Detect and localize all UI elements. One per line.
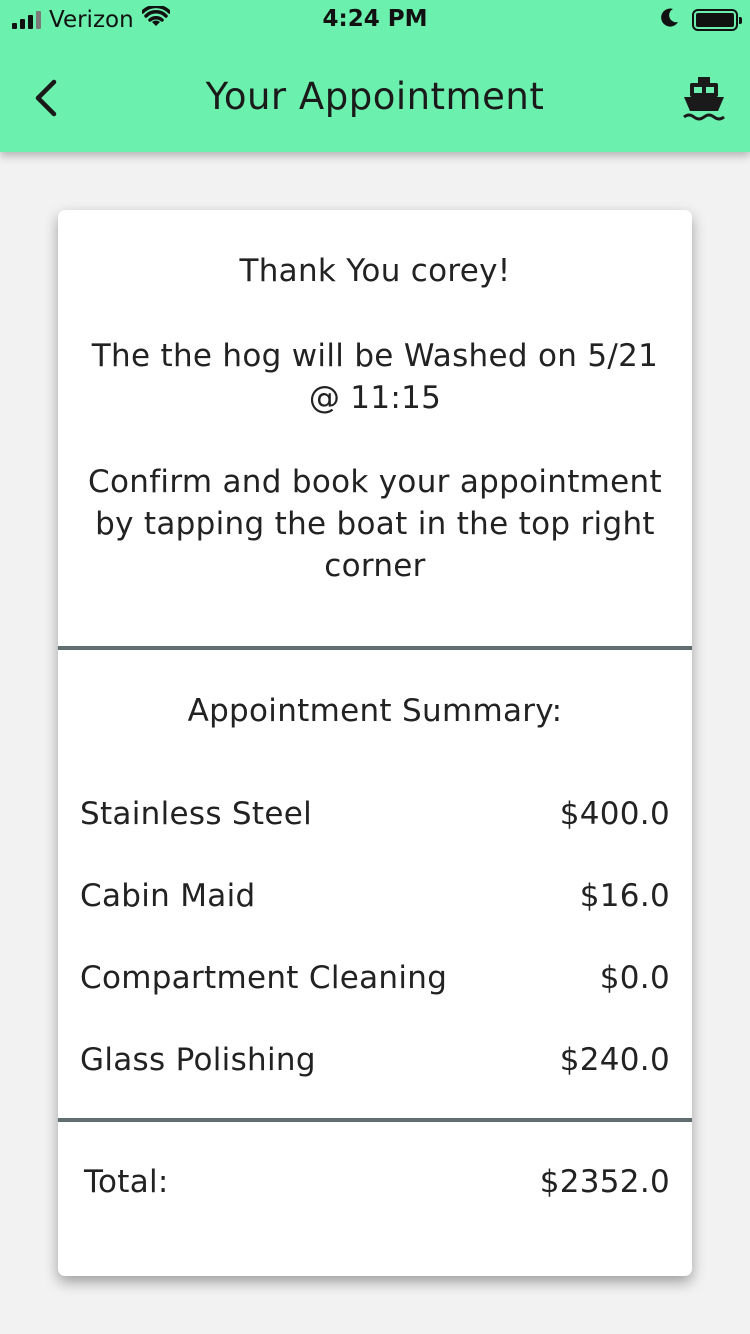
summary-row: Cabin Maid $16.0 (80, 875, 670, 917)
item-name: Stainless Steel (80, 796, 313, 832)
moon-icon (660, 7, 680, 33)
item-name: Glass Polishing (80, 1042, 316, 1078)
total-row: Total: $2352.0 (84, 1161, 670, 1203)
wash-date-line-1: The the hog will be Washed on 5/21 (91, 338, 659, 374)
confirm-line-1: Confirm and book your appointment (88, 464, 662, 500)
summary-title: Appointment Summary: (187, 693, 563, 729)
item-price: $0.0 (599, 960, 670, 996)
status-time: 4:24 PM (322, 6, 428, 32)
boat-icon (683, 77, 725, 121)
item-price: $16.0 (579, 878, 670, 914)
divider (58, 1118, 692, 1122)
summary-row: Stainless Steel $400.0 (80, 793, 670, 835)
item-name: Cabin Maid (80, 878, 256, 914)
status-right-group (660, 7, 742, 33)
confirm-line-3: corner (324, 548, 426, 584)
thank-you-text: Thank You corey! (239, 253, 511, 289)
summary-row: Compartment Cleaning $0.0 (80, 957, 670, 999)
item-name: Compartment Cleaning (80, 960, 448, 996)
status-bar: Verizon 4:24 PM (0, 0, 750, 40)
app-bar: Verizon 4:24 PM Your Appointment (0, 0, 750, 152)
item-price: $400.0 (559, 796, 670, 832)
page-title: Your Appointment (205, 75, 545, 118)
battery-icon (692, 9, 742, 31)
divider (58, 646, 692, 650)
total-label: Total: (84, 1164, 169, 1200)
book-boat-button[interactable] (680, 70, 728, 126)
item-price: $240.0 (559, 1042, 670, 1078)
appointment-card: Thank You corey! The the hog will be Was… (58, 210, 692, 1276)
total-value: $2352.0 (539, 1164, 670, 1200)
summary-row: Glass Polishing $240.0 (80, 1039, 670, 1081)
wash-date-line-2: @ 11:15 (308, 380, 442, 416)
confirm-line-2: by tapping the boat in the top right (95, 506, 655, 542)
